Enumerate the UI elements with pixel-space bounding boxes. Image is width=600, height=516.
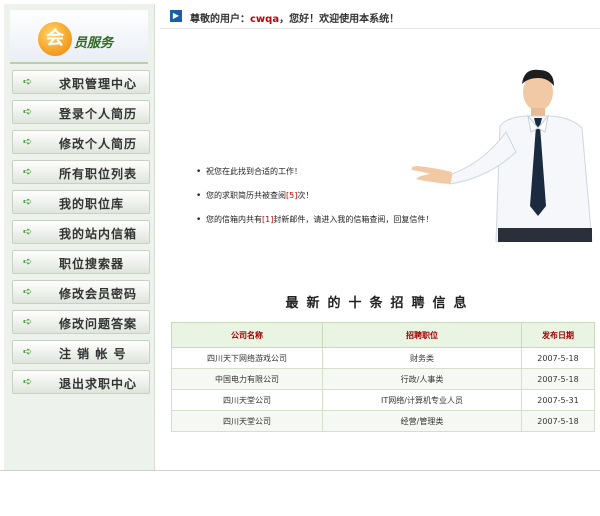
position-cell[interactable]: 财务类	[322, 347, 522, 369]
company-cell[interactable]: 四川天下网络游戏公司	[171, 347, 323, 369]
position-cell[interactable]: 经营/管理类	[322, 410, 522, 432]
table-row[interactable]: 四川天堂公司 IT网络/计算机专业人员 2007-5-31	[171, 389, 595, 411]
column-header-date: 发布日期	[521, 322, 595, 348]
sidebar-item-exit[interactable]: ➪ 退出求职中心	[12, 370, 150, 394]
member-service-logo: 会 员服务	[10, 10, 148, 64]
resume-view-suffix: 次！	[297, 191, 314, 200]
date-cell: 2007-5-18	[521, 410, 595, 432]
welcome-messages: • 祝您在此找到合适的工作！ • 您的求职简历共被查阅[5]次！ • 您的信箱内共有[…	[196, 166, 496, 238]
sidebar-item-label: 求职管理中心	[59, 77, 138, 91]
sidebar-item-label: 修改问题答案	[59, 317, 138, 331]
position-cell[interactable]: 行政/人事类	[322, 368, 522, 390]
arrow-right-icon: ➪	[23, 285, 33, 298]
resume-view-line: • 您的求职简历共被查阅[5]次！	[196, 190, 496, 214]
date-cell: 2007-5-18	[521, 368, 595, 390]
logo-text: 员服务	[74, 36, 114, 51]
sidebar-item-label: 登录个人简历	[59, 107, 138, 121]
arrow-right-icon: ➪	[23, 195, 33, 208]
column-header-company: 公司名称	[171, 322, 323, 348]
sidebar-item-register-resume[interactable]: ➪ 登录个人简历	[12, 100, 150, 124]
mail-prefix: 您的信箱内共有	[206, 215, 262, 224]
table-row[interactable]: 中国电力有限公司 行政/人事类 2007-5-18	[171, 368, 595, 390]
sidebar-item-cancel-account[interactable]: ➪ 注 销 帐 号	[12, 340, 150, 364]
sidebar-item-label: 修改会员密码	[59, 287, 138, 301]
arrow-right-icon: ➪	[23, 345, 33, 358]
date-cell: 2007-5-18	[521, 347, 595, 369]
mail-suffix: 封新邮件，请进入我的信箱查阅，回复信件！	[273, 215, 434, 224]
resume-view-count: [5]	[286, 191, 298, 200]
table-row[interactable]: 四川天堂公司 经营/管理类 2007-5-18	[171, 410, 595, 432]
sidebar-item-label: 修改个人简历	[59, 137, 138, 151]
logo-badge: 会	[38, 22, 72, 56]
company-cell[interactable]: 四川天堂公司	[171, 389, 323, 411]
sidebar-item-edit-resume[interactable]: ➪ 修改个人简历	[12, 130, 150, 154]
new-mail-count: [1]	[262, 215, 274, 224]
sidebar-item-change-password[interactable]: ➪ 修改会员密码	[12, 280, 150, 304]
recent-jobs-table: 公司名称 招聘职位 发布日期 四川天下网络游戏公司 财务类 2007-5-18 …	[171, 322, 595, 432]
sidebar-item-label: 注 销 帐 号	[59, 347, 127, 361]
column-header-position: 招聘职位	[322, 322, 522, 348]
triangle-right-icon: ▶	[170, 10, 182, 22]
sidebar-item-label: 我的职位库	[59, 197, 125, 211]
bullet-icon: •	[196, 167, 202, 177]
company-cell[interactable]: 中国电力有限公司	[171, 368, 323, 390]
footer-divider	[0, 470, 600, 471]
bullet-icon: •	[196, 191, 202, 201]
sidebar-menu: ➪ 求职管理中心 ➪ 登录个人简历 ➪ 修改个人简历 ➪ 所有职位列表 ➪ 我的职位库 ➪…	[12, 70, 150, 400]
sidebar-item-inbox[interactable]: ➪ 我的站内信箱	[12, 220, 150, 244]
mail-line: • 您的信箱内共有[1]封新邮件，请进入我的信箱查阅，回复信件！	[196, 214, 496, 238]
recent-jobs-title: 最新的十条招聘信息	[285, 296, 475, 311]
greeting-prefix: 尊敬的用户：	[190, 14, 250, 25]
welcome-line: • 祝您在此找到合适的工作！	[196, 166, 496, 190]
sidebar-item-job-center[interactable]: ➪ 求职管理中心	[12, 70, 150, 94]
arrow-right-icon: ➪	[23, 255, 33, 268]
arrow-right-icon: ➪	[23, 105, 33, 118]
resume-view-prefix: 您的求职简历共被查阅	[206, 191, 286, 200]
greeting-text: 尊敬的用户：cwqa，您好！欢迎使用本系统！	[190, 10, 399, 25]
greeting-bar: ▶ 尊敬的用户：cwqa，您好！欢迎使用本系统！	[160, 6, 600, 29]
sidebar-item-label: 退出求职中心	[59, 377, 138, 391]
sidebar: 会 员服务 ➪ 求职管理中心 ➪ 登录个人简历 ➪ 修改个人简历 ➪ 所有职位列表 ➪ 我…	[4, 4, 155, 470]
arrow-right-icon: ➪	[23, 75, 33, 88]
date-cell: 2007-5-31	[521, 389, 595, 411]
arrow-right-icon: ➪	[23, 375, 33, 388]
sidebar-item-label: 所有职位列表	[59, 167, 138, 181]
sidebar-item-label: 职位搜索器	[59, 257, 125, 271]
arrow-right-icon: ➪	[23, 165, 33, 178]
username: cwqa	[250, 14, 280, 25]
position-cell[interactable]: IT网络/计算机专业人员	[322, 389, 522, 411]
bullet-icon: •	[196, 215, 202, 225]
arrow-right-icon: ➪	[23, 315, 33, 328]
sidebar-item-my-jobs[interactable]: ➪ 我的职位库	[12, 190, 150, 214]
table-row[interactable]: 四川天下网络游戏公司 财务类 2007-5-18	[171, 347, 595, 369]
arrow-right-icon: ➪	[23, 225, 33, 238]
sidebar-item-all-jobs[interactable]: ➪ 所有职位列表	[12, 160, 150, 184]
company-cell[interactable]: 四川天堂公司	[171, 410, 323, 432]
sidebar-item-change-answer[interactable]: ➪ 修改问题答案	[12, 310, 150, 334]
greeting-suffix: ，您好！欢迎使用本系统！	[279, 14, 400, 25]
welcome-line-text: 祝您在此找到合适的工作！	[206, 167, 302, 176]
sidebar-item-job-search[interactable]: ➪ 职位搜索器	[12, 250, 150, 274]
sidebar-item-label: 我的站内信箱	[59, 227, 138, 241]
arrow-right-icon: ➪	[23, 135, 33, 148]
